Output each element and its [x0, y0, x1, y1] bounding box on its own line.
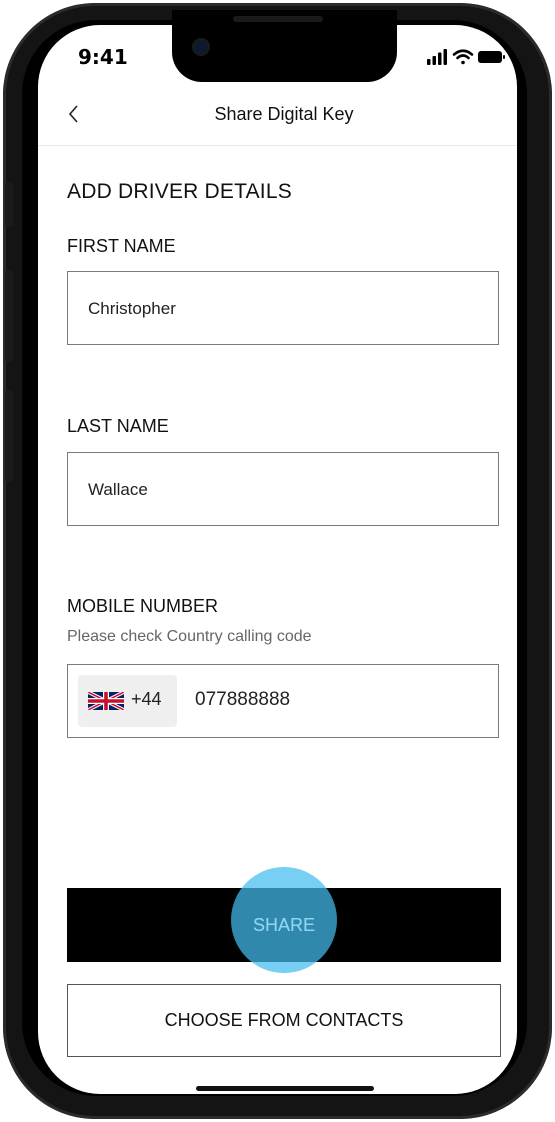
- battery-icon: [478, 51, 505, 63]
- front-camera: [194, 40, 208, 54]
- speaker-grille: [233, 16, 323, 22]
- country-code-selector[interactable]: +44: [78, 675, 177, 727]
- page-title: Share Digital Key: [214, 104, 354, 124]
- device-volume-up: [5, 270, 13, 362]
- first-name-value: Christopher: [88, 299, 176, 318]
- first-name-input[interactable]: Christopher: [67, 271, 499, 345]
- mobile-number-field: +44 077888888: [67, 664, 499, 738]
- signal-icon: [427, 49, 447, 65]
- uk-flag-icon: [88, 692, 124, 710]
- device-volume-down: [5, 390, 13, 482]
- choose-from-contacts-button[interactable]: CHOOSE FROM CONTACTS: [67, 984, 501, 1057]
- device-silent-switch: [5, 182, 13, 227]
- back-chevron-icon[interactable]: [64, 100, 84, 128]
- header-divider: [38, 145, 517, 146]
- wifi-icon: [452, 49, 474, 65]
- last-name-label: LAST NAME: [67, 416, 169, 436]
- mobile-number-label: MOBILE NUMBER: [67, 596, 219, 616]
- section-title: ADD DRIVER DETAILS: [67, 180, 292, 203]
- status-time: 9:41: [78, 45, 128, 69]
- country-code: +44: [131, 689, 162, 709]
- last-name-input[interactable]: Wallace: [67, 452, 499, 526]
- last-name-value: Wallace: [88, 480, 148, 499]
- share-label-overlay: SHARE: [252, 915, 315, 935]
- first-name-label: FIRST NAME: [67, 236, 176, 256]
- home-indicator: [196, 1086, 374, 1091]
- mobile-number-input[interactable]: 077888888: [195, 689, 290, 711]
- country-code-hint: Please check Country calling code: [67, 628, 312, 645]
- status-icons: [427, 49, 505, 65]
- choose-from-contacts-label: CHOOSE FROM CONTACTS: [164, 1010, 404, 1030]
